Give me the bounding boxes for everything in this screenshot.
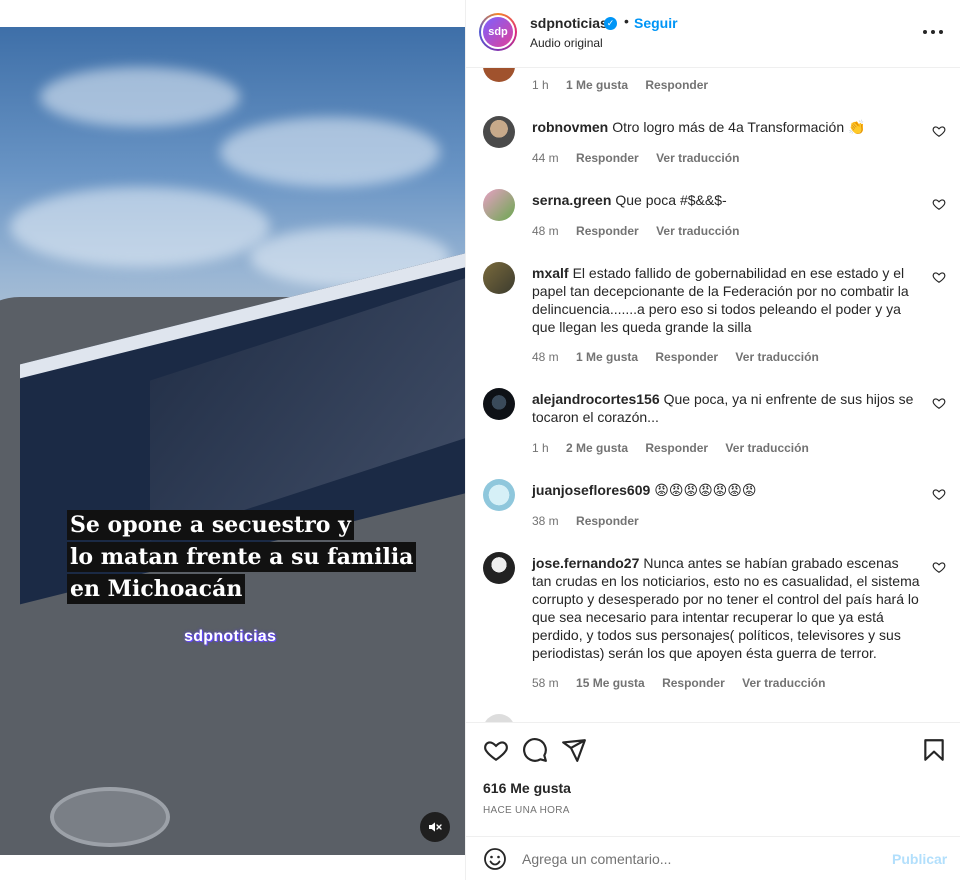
reply-button[interactable]: Responder: [645, 441, 708, 455]
comment-input[interactable]: [522, 847, 882, 871]
post-actions: 616 Me gusta HACE UNA HORA: [466, 722, 960, 822]
like-comment-heart-icon[interactable]: [932, 396, 946, 410]
heart-icon[interactable]: [483, 737, 509, 763]
comment-time: 44 m: [532, 151, 559, 165]
comment-avatar[interactable]: [483, 552, 515, 584]
caption-line: en Michoacán: [67, 574, 246, 604]
comment-text: robnovmen Otro logro más de 4a Transforma…: [532, 118, 922, 136]
avatar-logo: sdp: [483, 17, 513, 47]
sky-cloud: [10, 187, 270, 267]
share-icon[interactable]: [561, 737, 587, 763]
caption-line: lo matan frente a su familia: [67, 542, 417, 572]
comment-avatar[interactable]: [483, 116, 515, 148]
comment-username[interactable]: robnovmen: [532, 119, 608, 135]
more-options-icon[interactable]: [921, 22, 947, 42]
video-caption: Se opone a secuestro y lo matan frente a…: [67, 510, 417, 606]
comment-likes[interactable]: 2 Me gusta: [566, 441, 628, 455]
reply-button[interactable]: Responder: [576, 514, 639, 528]
reply-button[interactable]: Responder: [576, 151, 639, 165]
comment-icon[interactable]: [522, 737, 548, 763]
comment-avatar[interactable]: [483, 714, 515, 722]
separator-dot: •: [624, 13, 629, 29]
comment-likes[interactable]: 1 Me gusta: [576, 350, 638, 364]
sky-cloud: [220, 117, 440, 187]
like-comment-heart-icon[interactable]: [932, 487, 946, 501]
publish-button[interactable]: Publicar: [892, 851, 947, 867]
comment-text: alejandrocortes156 Que poca, ya ni enfren…: [532, 390, 922, 426]
reply-button[interactable]: Responder: [662, 676, 725, 690]
comment-avatar[interactable]: [483, 189, 515, 221]
comment-avatar[interactable]: [483, 479, 515, 511]
media-panel: Se opone a secuestro y lo matan frente a…: [0, 0, 465, 880]
comment-time: 1 h: [532, 441, 549, 455]
follow-button[interactable]: Seguir: [634, 15, 678, 31]
verified-badge-icon: ✓: [604, 17, 617, 30]
comment-meta: 48 m Responder Ver traducción: [532, 224, 753, 238]
comment-time: 1 h: [532, 78, 549, 92]
sky-cloud: [40, 67, 240, 127]
reply-button[interactable]: Responder: [645, 78, 708, 92]
translate-button[interactable]: Ver traducción: [742, 676, 825, 690]
like-comment-heart-icon[interactable]: [932, 197, 946, 211]
audio-label[interactable]: Audio original: [530, 36, 603, 50]
avatar[interactable]: sdp: [479, 13, 517, 51]
translate-button[interactable]: Ver traducción: [725, 441, 808, 455]
comment-text: serna.green Que poca #$&&$-: [532, 191, 922, 209]
video-watermark: sdpnoticias: [184, 628, 277, 645]
reply-button[interactable]: Responder: [655, 350, 718, 364]
comment-time: 38 m: [532, 514, 559, 528]
post-side-panel: sdp sdpnoticias ✓ • Seguir Audio origina…: [465, 0, 960, 880]
caption-line: Se opone a secuestro y: [67, 510, 354, 540]
post-header: sdp sdpnoticias ✓ • Seguir Audio origina…: [466, 0, 960, 68]
comment-time: 48 m: [532, 224, 559, 238]
comment-avatar[interactable]: [483, 388, 515, 420]
translate-button[interactable]: Ver traducción: [656, 224, 739, 238]
like-comment-heart-icon[interactable]: [932, 560, 946, 574]
likes-count[interactable]: 616 Me gusta: [483, 780, 571, 796]
post-username[interactable]: sdpnoticias: [530, 15, 608, 31]
comment-likes[interactable]: 15 Me gusta: [576, 676, 645, 690]
comment-body: Otro logro más de 4a Transformación 👏: [612, 119, 866, 135]
post-timestamp: HACE UNA HORA: [483, 805, 570, 816]
emoji-icon[interactable]: [483, 847, 507, 871]
comment-avatar[interactable]: [483, 262, 515, 294]
comment-text: mxalf El estado fallido de gobernabilidad…: [532, 264, 922, 336]
speaker-muted-icon: [429, 822, 442, 832]
comments-list[interactable]: 1 h 1 Me gusta Responder robnovmen Otro l…: [466, 68, 960, 722]
comment-meta: 1 h 2 Me gusta Responder Ver traducción: [532, 441, 823, 455]
comment-text: juanjoseflores609 😡😡😡😡😡😡😡: [532, 481, 922, 499]
bookmark-icon[interactable]: [921, 737, 947, 763]
reply-button[interactable]: Responder: [576, 224, 639, 238]
comment-body: 😡😡😡😡😡😡😡: [654, 482, 757, 498]
comment-avatar[interactable]: [483, 68, 515, 82]
comment-username[interactable]: juanjoseflores609: [532, 482, 650, 498]
comment-text: jose.fernando27 Nunca antes se habían gra…: [532, 554, 922, 662]
comment-username[interactable]: mxalf: [532, 265, 569, 281]
translate-button[interactable]: Ver traducción: [735, 350, 818, 364]
video-player[interactable]: [0, 27, 465, 855]
comment-meta: 38 m Responder: [532, 514, 653, 528]
translate-button[interactable]: Ver traducción: [656, 151, 739, 165]
comment-meta: 48 m 1 Me gusta Responder Ver traducción: [532, 350, 833, 364]
like-comment-heart-icon[interactable]: [932, 124, 946, 138]
like-comment-heart-icon[interactable]: [932, 270, 946, 284]
comment-body: El estado fallido de gobernabilidad en e…: [532, 265, 909, 335]
car-door-handle: [50, 787, 170, 847]
mute-button[interactable]: [420, 812, 450, 842]
comment-likes[interactable]: 1 Me gusta: [566, 78, 628, 92]
comment-username[interactable]: serna.green: [532, 192, 611, 208]
comment-time: 48 m: [532, 350, 559, 364]
comment-username[interactable]: alejandrocortes156: [532, 391, 660, 407]
comment-meta: 44 m Responder Ver traducción: [532, 151, 753, 165]
comment-time: 58 m: [532, 676, 559, 690]
comment-body: Que poca #$&&$-: [615, 192, 727, 208]
comment-composer: Publicar: [466, 836, 960, 880]
comment-meta: 58 m 15 Me gusta Responder Ver traducció…: [532, 676, 839, 690]
comment-meta: 1 h 1 Me gusta Responder: [532, 78, 722, 92]
comment-username[interactable]: jose.fernando27: [532, 555, 639, 571]
